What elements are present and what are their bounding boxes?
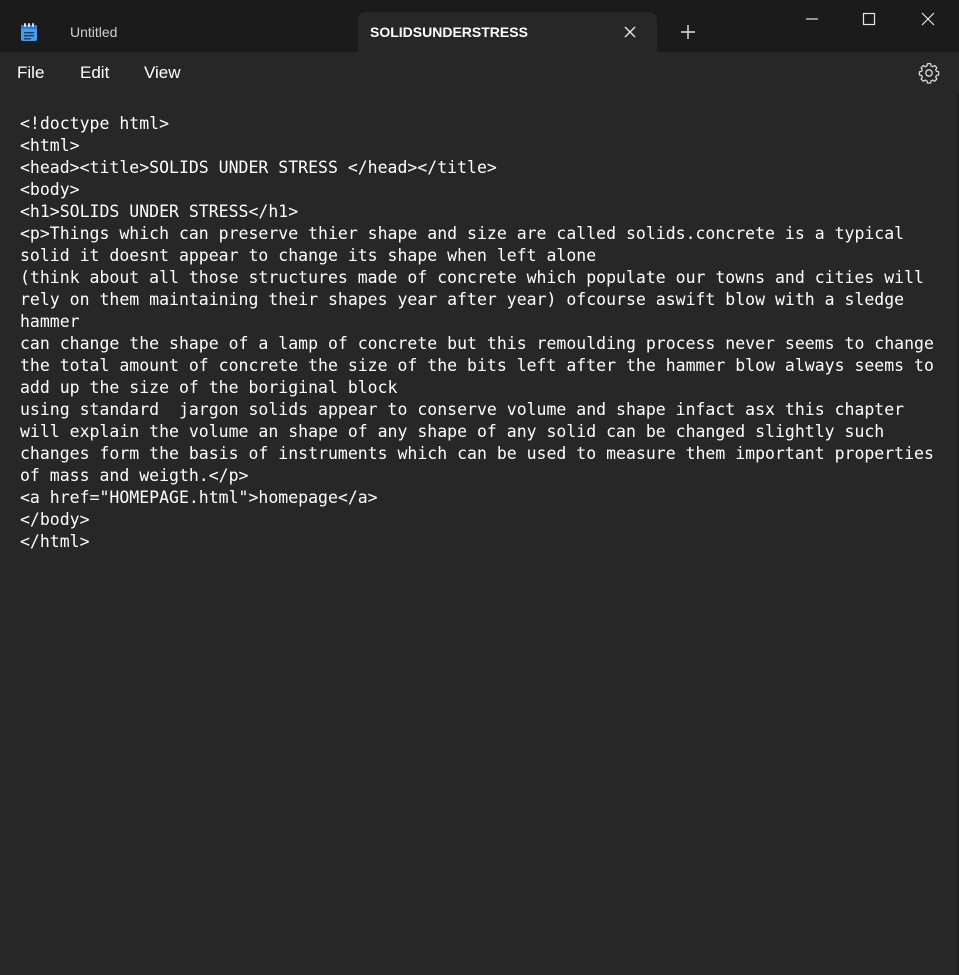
minimize-button[interactable] bbox=[783, 0, 841, 38]
line: changes form the basis of instruments wh… bbox=[20, 444, 934, 463]
line: can change the shape of a lamp of concre… bbox=[20, 334, 934, 353]
menu-file[interactable]: File bbox=[17, 52, 44, 94]
notepad-window: Untitled SOLIDSUNDERSTRESS File Edit Vie… bbox=[0, 0, 959, 975]
title-bar: Untitled SOLIDSUNDERSTRESS bbox=[0, 0, 959, 52]
line: </html> bbox=[20, 532, 90, 551]
line: using standard jargon solids appear to c… bbox=[20, 400, 905, 419]
line: (think about all those structures made o… bbox=[20, 268, 924, 287]
line: <p>Things which can preserve thier shape… bbox=[20, 224, 905, 243]
line: add up the size of the boriginal block bbox=[20, 378, 398, 397]
line: <head><title>SOLIDS UNDER STRESS </head>… bbox=[20, 158, 497, 177]
close-icon bbox=[921, 12, 935, 26]
tab-untitled[interactable]: Untitled bbox=[56, 12, 356, 52]
line: <!doctype html> bbox=[20, 114, 170, 133]
maximize-icon bbox=[862, 12, 876, 26]
minimize-icon bbox=[806, 18, 818, 20]
close-icon[interactable] bbox=[622, 24, 638, 40]
line: hammer bbox=[20, 312, 80, 331]
line: rely on them maintaining their shapes ye… bbox=[20, 290, 905, 309]
line: <body> bbox=[20, 180, 80, 199]
menu-bar: File Edit View bbox=[0, 52, 959, 94]
plus-icon bbox=[681, 25, 695, 39]
new-tab-button[interactable] bbox=[674, 18, 702, 46]
notepad-icon bbox=[20, 22, 38, 42]
line: </body> bbox=[20, 510, 90, 529]
line: <html> bbox=[20, 136, 80, 155]
document-text[interactable]: <!doctype html> <html> <head><title>SOLI… bbox=[20, 113, 945, 553]
line: of mass and weigth.</p> bbox=[20, 466, 249, 485]
tab-solidsunderstress[interactable]: SOLIDSUNDERSTRESS bbox=[358, 12, 657, 52]
menu-view[interactable]: View bbox=[144, 52, 181, 94]
line: will explain the volume an shape of any … bbox=[20, 422, 885, 441]
menu-edit[interactable]: Edit bbox=[80, 52, 109, 94]
line: the total amount of concrete the size of… bbox=[20, 356, 934, 375]
gear-icon[interactable] bbox=[917, 61, 941, 85]
line: <h1>SOLIDS UNDER STRESS</h1> bbox=[20, 202, 299, 221]
tab-label: SOLIDSUNDERSTRESS bbox=[370, 24, 528, 40]
text-editor[interactable]: <!doctype html> <html> <head><title>SOLI… bbox=[0, 94, 959, 975]
line: solid it doesnt appear to change its sha… bbox=[20, 246, 597, 265]
tab-label: Untitled bbox=[70, 24, 118, 40]
close-window-button[interactable] bbox=[899, 0, 957, 38]
line: <a href="HOMEPAGE.html">homepage</a> bbox=[20, 488, 378, 507]
maximize-button[interactable] bbox=[840, 0, 898, 38]
